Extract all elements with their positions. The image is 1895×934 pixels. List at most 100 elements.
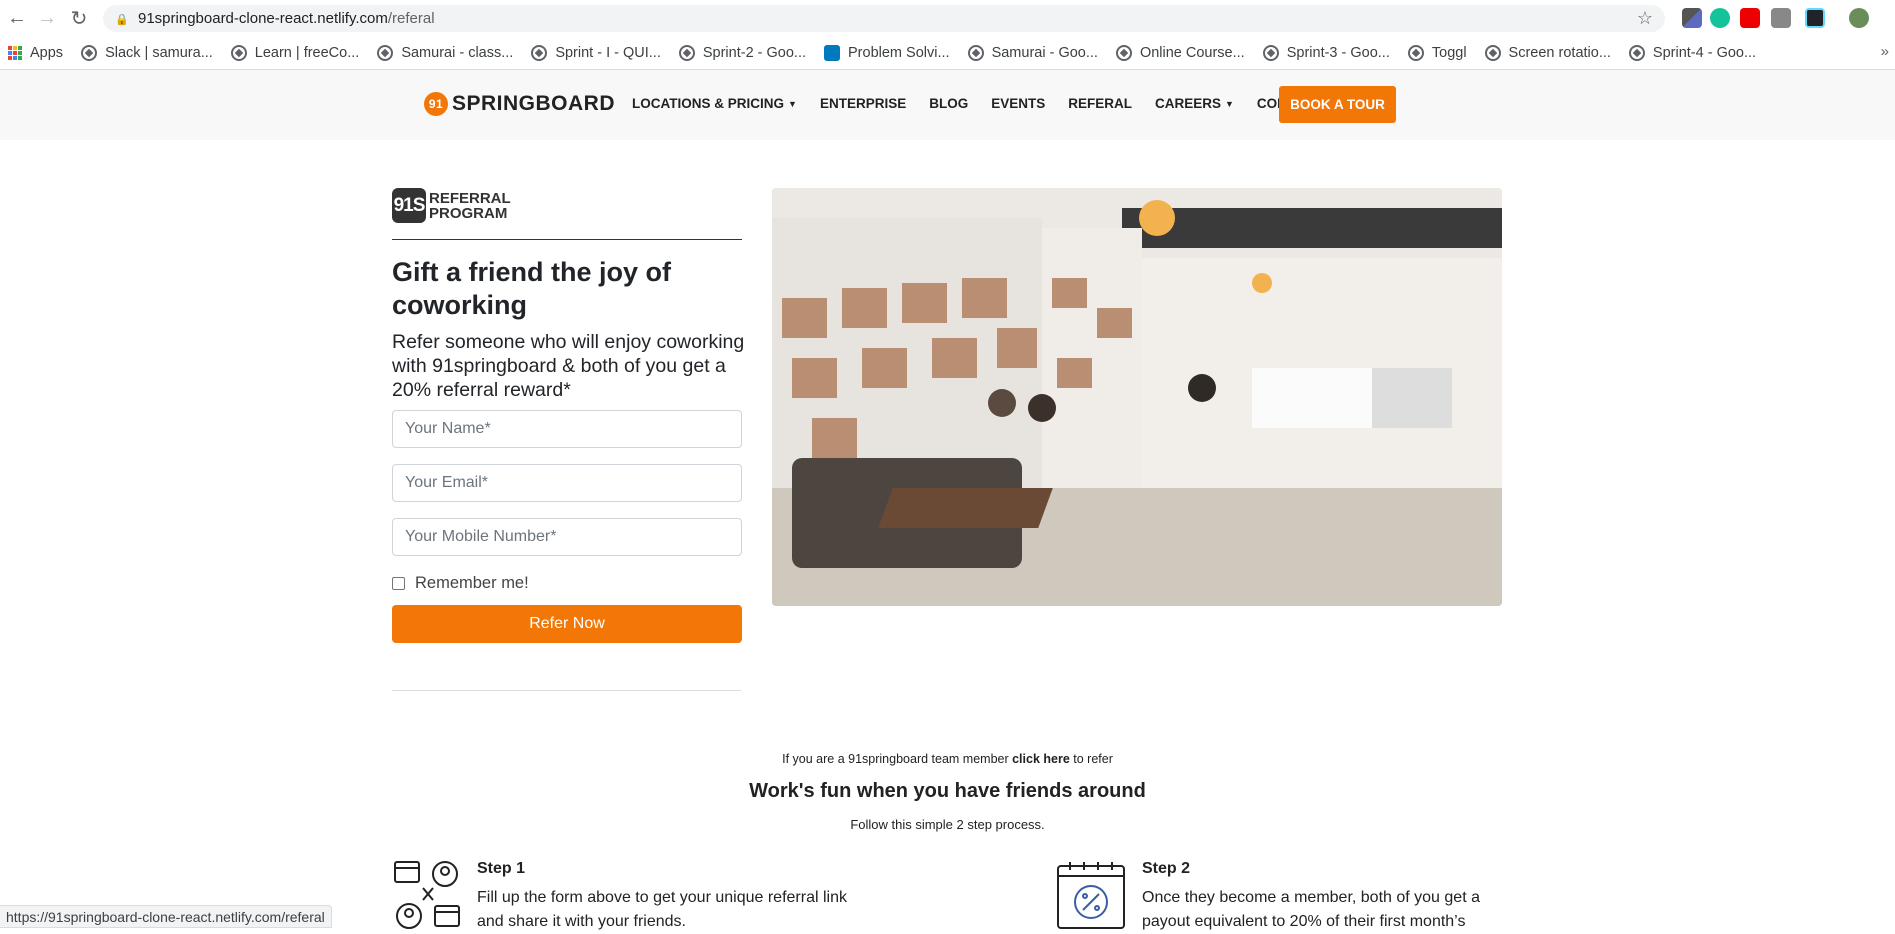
remember-me-row: Remember me!	[392, 574, 529, 593]
forward-icon[interactable]: →	[32, 3, 62, 33]
globe-icon	[1628, 44, 1645, 61]
bookmark-label: Samurai - class...	[401, 44, 514, 61]
referral-logo-line2: PROGRAM	[429, 204, 508, 222]
divider	[392, 690, 741, 691]
url-host: 91springboard-clone-react.netlify.com	[138, 10, 388, 27]
site-logo[interactable]: 91 SPRINGBOARD	[424, 92, 615, 116]
react-devtools-icon[interactable]	[1805, 8, 1825, 28]
address-bar[interactable]: 🔒 91springboard-clone-react.netlify.com /…	[103, 5, 1665, 32]
referral-logo-text: REFERRAL PROGRAM	[429, 191, 511, 221]
globe-icon	[377, 44, 394, 61]
bookmark-item[interactable]: Sprint-4 - Goo...	[1628, 44, 1757, 61]
globe-icon	[531, 44, 548, 61]
extension-pen-icon[interactable]	[1682, 8, 1702, 28]
click-here-link[interactable]: click here	[1012, 752, 1070, 766]
book-a-tour-button[interactable]: BOOK A TOUR	[1279, 86, 1396, 123]
bookmark-item[interactable]: Problem Solvi...	[824, 44, 950, 61]
bookmark-star-icon[interactable]: ☆	[1637, 8, 1653, 29]
bookmark-label: Sprint-3 - Goo...	[1286, 44, 1390, 61]
globe-icon	[1115, 44, 1132, 61]
bookmark-label: Sprint - I - QUI...	[555, 44, 661, 61]
nav-locations-pricing[interactable]: LOCATIONS & PRICING ▼	[632, 96, 797, 111]
globe-icon	[230, 44, 247, 61]
bookmarks-overflow-icon[interactable]: »	[1881, 43, 1889, 60]
nav-label: EVENTS	[991, 96, 1046, 111]
bookmark-label: Sprint-4 - Goo...	[1652, 44, 1757, 61]
extension-c-icon[interactable]	[1771, 8, 1791, 28]
back-icon[interactable]: ←	[2, 3, 32, 33]
nav-blog[interactable]: BLOG	[929, 96, 968, 111]
bookmark-item[interactable]: Samurai - class...	[377, 44, 514, 61]
caret-down-icon: ▼	[788, 98, 797, 109]
step-2-title: Step 2	[1142, 860, 1191, 877]
nav-referal[interactable]: REFERAL	[1068, 96, 1132, 111]
profile-avatar[interactable]	[1849, 8, 1869, 28]
bookmark-item[interactable]: Sprint-3 - Goo...	[1262, 44, 1390, 61]
nav-enterprise[interactable]: ENTERPRISE	[820, 96, 906, 111]
step-2-text: Once they become a member, both of you g…	[1142, 889, 1480, 930]
team-line-suffix: to refer	[1069, 752, 1113, 766]
grammarly-icon[interactable]	[1710, 8, 1730, 28]
team-line-prefix: If you are a 91springboard team member	[782, 752, 1013, 766]
trello-icon	[824, 44, 841, 61]
coworking-space-photo	[772, 188, 1502, 606]
nav-label: REFERAL	[1068, 96, 1132, 111]
referral-headline: Gift a friend the joy of coworking	[392, 257, 672, 320]
bookmark-label: Screen rotatio...	[1508, 44, 1611, 61]
caret-down-icon: ▼	[1225, 98, 1234, 109]
bookmark-item[interactable]: Toggl	[1407, 44, 1467, 61]
remember-me-label[interactable]: Remember me!	[415, 574, 529, 593]
bookmark-label: Slack | samura...	[105, 44, 213, 61]
nav-careers[interactable]: CAREERS ▼	[1155, 96, 1234, 111]
bookmark-item[interactable]: Sprint - I - QUI...	[531, 44, 661, 61]
referral-description: Refer someone who will enjoy coworking w…	[392, 331, 745, 401]
nav-label: ENTERPRISE	[819, 96, 907, 111]
bookmark-label: Apps	[30, 44, 64, 61]
bookmark-label: Sprint-2 - Goo...	[702, 44, 807, 61]
apps-grid-icon	[8, 45, 22, 60]
bookmark-item[interactable]: Online Course...	[1115, 44, 1245, 61]
globe-icon	[1407, 44, 1424, 61]
bookmark-item[interactable]: Learn | freeCo...	[230, 44, 360, 61]
referral-logo-mark: 91S	[392, 188, 426, 223]
calendar-discount-icon	[1057, 862, 1125, 929]
section-title: Work's fun when you have friends around	[749, 780, 1146, 802]
mobile-input[interactable]: Your Mobile Number*	[392, 518, 742, 556]
bookmarks-bar: Apps Slack | samura... Learn | freeCo...…	[0, 36, 1895, 70]
section-subtitle: Follow this simple 2 step process.	[850, 817, 1045, 832]
globe-icon	[678, 44, 695, 61]
main-nav: LOCATIONS & PRICING ▼ ENTERPRISE BLOG EVE…	[632, 96, 1358, 111]
globe-icon	[81, 44, 98, 61]
bookmark-item[interactable]: Samurai - Goo...	[967, 44, 1098, 61]
globe-icon	[1484, 44, 1501, 61]
reload-icon[interactable]: ↻	[64, 3, 94, 33]
team-member-line: If you are a 91springboard team member c…	[0, 752, 1895, 766]
nav-events[interactable]: EVENTS	[991, 96, 1045, 111]
globe-icon	[967, 44, 984, 61]
remember-me-checkbox[interactable]	[392, 577, 405, 590]
browser-toolbar: ← → ↻ 🔒 91springboard-clone-react.netlif…	[0, 0, 1895, 36]
bookmark-item[interactable]: Slack | samura...	[81, 44, 213, 61]
bookmark-label: Online Course...	[1139, 44, 1245, 61]
share-network-icon	[394, 861, 460, 929]
nav-label: BLOG	[929, 96, 969, 111]
divider	[392, 239, 742, 240]
bookmark-apps[interactable]: Apps	[8, 45, 63, 61]
nav-label: LOCATIONS & PRICING	[632, 96, 785, 111]
logo-text: SPRINGBOARD	[452, 92, 616, 115]
youtube-icon[interactable]	[1740, 8, 1760, 28]
bookmark-label: Learn | freeCo...	[254, 44, 360, 61]
link-status-bubble: https://91springboard-clone-react.netlif…	[0, 905, 332, 928]
referral-program-logo: 91S REFERRAL PROGRAM	[392, 188, 511, 223]
step-1-text: Fill up the form above to get your uniqu…	[477, 889, 847, 930]
site-header: 91 SPRINGBOARD LOCATIONS & PRICING ▼ ENTE…	[0, 70, 1895, 140]
bookmark-item[interactable]: Screen rotatio...	[1484, 44, 1611, 61]
bookmark-label: Problem Solvi...	[848, 44, 950, 61]
email-input[interactable]: Your Email*	[392, 464, 742, 502]
name-input[interactable]: Your Name*	[392, 410, 742, 448]
bookmark-item[interactable]: Sprint-2 - Goo...	[678, 44, 807, 61]
url-path: /referal	[387, 10, 435, 27]
nav-label: CAREERS	[1154, 96, 1221, 111]
refer-now-button[interactable]: Refer Now	[392, 605, 742, 643]
logo-circle: 91	[424, 92, 448, 116]
